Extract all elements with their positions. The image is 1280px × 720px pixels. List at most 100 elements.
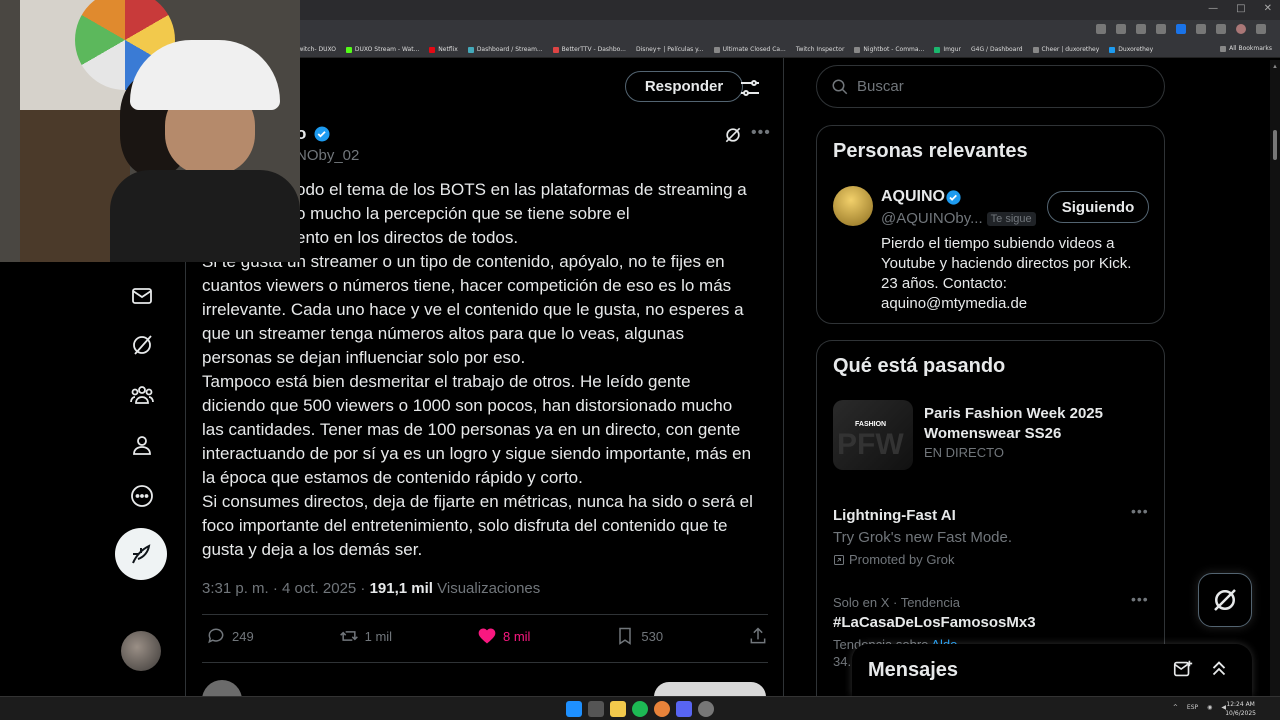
user-avatar[interactable] xyxy=(833,186,873,226)
spotify-icon[interactable] xyxy=(632,701,648,717)
reply-button-partial[interactable] xyxy=(654,682,766,696)
system-clock[interactable]: 12:24 AM 10/6/2025 xyxy=(1225,700,1256,718)
os-taskbar: ^ ESP ◉ ◀ 12:24 AM 10/6/2025 xyxy=(0,696,1280,720)
search-input[interactable]: Buscar xyxy=(816,65,1165,108)
bookmark-action[interactable]: 530 xyxy=(615,626,663,646)
extension-icon[interactable] xyxy=(1096,24,1106,34)
bookmark[interactable]: Cheer | duxorethey xyxy=(1032,46,1099,53)
author-handle[interactable]: NOby_02 xyxy=(296,147,359,164)
zoom-icon[interactable] xyxy=(1136,24,1146,34)
menu-icon[interactable] xyxy=(1256,24,1266,34)
maximize-icon[interactable]: □ xyxy=(1236,3,1245,14)
tweet-line: Si consumes directos, deja de fijarte en… xyxy=(202,492,753,511)
promoted-icon xyxy=(834,554,844,565)
bookmark[interactable]: twitch- DUXO xyxy=(296,46,336,53)
bookmark[interactable]: Twitch Inspector xyxy=(796,46,845,53)
extension-icon[interactable] xyxy=(1116,24,1126,34)
nav-profile[interactable] xyxy=(128,431,156,459)
extension-icon[interactable] xyxy=(1176,24,1186,34)
reply-action[interactable]: 249 xyxy=(206,626,254,646)
user-name[interactable]: AQUINO xyxy=(881,188,945,206)
bookmark-count: 530 xyxy=(641,628,664,644)
right-sidebar: Buscar Personas relevantes AQUINO @AQUIN… xyxy=(800,58,1280,700)
more-options-icon[interactable]: ••• xyxy=(1131,591,1149,607)
event-title[interactable]: Paris Fashion Week 2025 Womenswear SS26 xyxy=(924,404,1154,444)
like-action[interactable]: 8 mil xyxy=(477,626,530,646)
bookmark[interactable]: Ultimate Closed Ca... xyxy=(713,46,786,53)
explorer-icon[interactable] xyxy=(610,701,626,717)
all-bookmarks[interactable]: All Bookmarks xyxy=(1220,45,1272,52)
extension-icon[interactable] xyxy=(1216,24,1226,34)
bookmark[interactable]: Nightbot - Comma... xyxy=(854,46,924,53)
trend-category: Solo en X · Tendencia xyxy=(833,595,960,610)
minimize-icon[interactable]: — xyxy=(1208,3,1218,14)
nav-communities[interactable] xyxy=(128,381,156,409)
extension-icons xyxy=(1096,24,1266,34)
bookmark[interactable]: Dashboard / Stream... xyxy=(467,46,543,53)
heart-filled-icon xyxy=(478,628,496,644)
bookmark[interactable]: Imgur xyxy=(934,46,961,53)
browser-icon[interactable] xyxy=(654,701,670,717)
tweet-line: que un streamer tenga números altos para… xyxy=(202,324,684,343)
scroll-up-icon[interactable]: ▲ xyxy=(1272,64,1278,70)
tweet-timestamp[interactable]: 3:31 p. m. · 4 oct. 2025 · xyxy=(202,580,370,597)
event-thumbnail[interactable]: PFW FASHION xyxy=(833,400,913,470)
repost-action[interactable]: 1 mil xyxy=(339,626,392,646)
extension-icon[interactable] xyxy=(1196,24,1206,34)
language-indicator[interactable]: ESP xyxy=(1187,704,1198,711)
bookmark[interactable]: BetterTTV - Dashbo... xyxy=(552,46,626,53)
card-title: Personas relevantes xyxy=(833,140,1028,162)
bookmark[interactable]: DUXO Stream - Wat... xyxy=(345,46,419,53)
account-avatar[interactable] xyxy=(121,631,161,671)
bookmark[interactable]: G4G / Dashboard xyxy=(971,46,1023,53)
search-icon[interactable] xyxy=(588,701,604,717)
new-message-icon[interactable] xyxy=(1172,658,1194,680)
trend-title[interactable]: #LaCasaDeLosFamososMx3 xyxy=(833,614,1036,631)
nav-grok[interactable] xyxy=(128,331,156,359)
reply-button[interactable]: Responder xyxy=(625,71,743,102)
bookmark[interactable]: Duxorethey xyxy=(1109,46,1153,53)
messages-drawer[interactable]: Mensajes xyxy=(852,644,1252,696)
follows-you-badge: Te sigue xyxy=(986,212,1036,227)
reply-author-avatar[interactable] xyxy=(202,680,242,696)
tweet-actions: 249 1 mil 8 mil 530 xyxy=(206,626,768,646)
close-icon[interactable]: ✕ xyxy=(1264,3,1272,14)
like-count: 8 mil xyxy=(503,628,531,644)
obs-icon[interactable] xyxy=(698,701,714,717)
tweet-line: gusta y deja a los demás ser. xyxy=(202,540,423,559)
share-action[interactable] xyxy=(748,626,768,646)
more-options-icon[interactable]: ••• xyxy=(1131,503,1149,519)
tray-chevron-icon[interactable]: ^ xyxy=(1173,704,1178,711)
scrollbar-thumb[interactable] xyxy=(1273,130,1277,160)
repost-count: 1 mil xyxy=(364,628,393,644)
start-icon[interactable] xyxy=(566,701,582,717)
star-icon[interactable] xyxy=(1156,24,1166,34)
user-handle[interactable]: @AQUINOby... Te sigue xyxy=(881,210,1036,227)
compose-post-button[interactable] xyxy=(115,528,167,580)
grok-icon[interactable] xyxy=(723,125,743,145)
grok-floating-button[interactable] xyxy=(1198,573,1252,627)
bookmark[interactable]: Netflix xyxy=(429,46,458,53)
settings-sliders-icon[interactable] xyxy=(738,76,762,100)
relevant-people-card: Personas relevantes AQUINO @AQUINOby... T… xyxy=(816,125,1165,324)
grok-icon xyxy=(1214,589,1236,611)
following-button[interactable]: Siguiendo xyxy=(1047,191,1149,223)
ad-title[interactable]: Lightning-Fast AI xyxy=(833,507,956,524)
views-count: 191,1 mil xyxy=(369,580,433,597)
tweet-line: foco importante del entretenimiento, sol… xyxy=(202,516,728,535)
verified-badge-icon xyxy=(314,126,330,142)
bookmark[interactable]: Disney+ | Películas y... xyxy=(636,46,704,53)
repost-icon xyxy=(339,631,358,641)
discord-icon[interactable] xyxy=(676,701,692,717)
more-options-icon[interactable]: ••• xyxy=(751,124,771,142)
nav-more[interactable] xyxy=(128,482,156,510)
profile-icon[interactable] xyxy=(1236,24,1246,34)
chevron-up-icon[interactable] xyxy=(1208,658,1230,680)
tweet-line: diciendo que 500 viewers o 1000 son poco… xyxy=(202,396,733,415)
nav-messages[interactable] xyxy=(128,282,156,310)
tweet-line: cuantos viewers o números tiene, hacer c… xyxy=(202,276,732,295)
grok-icon xyxy=(133,335,152,355)
page-scrollbar[interactable]: ▲ xyxy=(1270,60,1280,696)
wifi-icon[interactable]: ◉ xyxy=(1207,704,1212,711)
tweet-line: la época que estamos de contenido rápido… xyxy=(202,468,583,487)
